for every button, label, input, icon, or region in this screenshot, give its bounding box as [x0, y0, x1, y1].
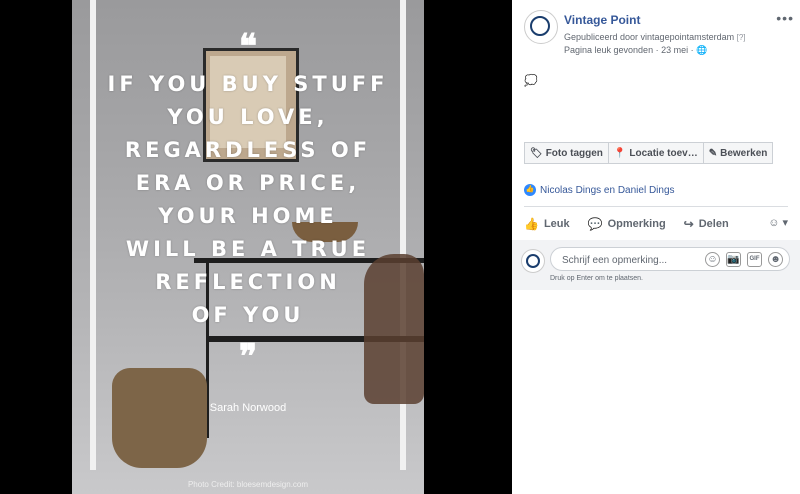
comment-label: Opmerking	[607, 218, 666, 230]
more-options-button[interactable]: •••	[776, 10, 794, 26]
quote-open-mark: ❝	[238, 27, 258, 67]
quote-close-mark: ❞	[238, 337, 258, 377]
globe-icon[interactable]: 🌐	[696, 45, 707, 55]
panel-empty-area	[512, 290, 800, 494]
photo-actions-bar: 🏷 Foto taggen 📍 Locatie toev… ✎ Bewerken	[524, 142, 774, 164]
comment-tools: ☺ 📷 GIF ☻	[705, 252, 783, 267]
comment-composer: ☺ 📷 GIF ☻ Druk op Enter om te plaatsen.	[512, 240, 800, 290]
post-header: Vintage Point Gepubliceerd door vintagep…	[524, 10, 794, 60]
wicker-basket	[112, 368, 207, 468]
quote-block: ❝ IF YOU BUY STUFF YOU LOVE, REGARDLESS …	[72, 30, 424, 374]
divider	[524, 206, 788, 207]
reaction-picker-button[interactable]: ☺ ▾	[768, 216, 788, 229]
edit-button[interactable]: ✎ Bewerken	[703, 142, 774, 164]
like-badge-icon: 👍	[524, 184, 536, 196]
post-meta: Pagina leuk gevonden · 23 mei · 🌐	[564, 45, 707, 56]
published-by: Gepubliceerd door vintagepointamsterdam …	[564, 32, 746, 42]
tag-photo-button[interactable]: 🏷 Foto taggen	[524, 142, 609, 164]
sticker-icon[interactable]: ☻	[768, 252, 783, 267]
comment-button[interactable]: 💬 Opmerking	[588, 217, 666, 231]
add-location-label: Locatie toev…	[629, 147, 698, 159]
photo-credit: Photo Credit: bloesemdesign.com	[187, 480, 309, 489]
page-name-link[interactable]: Vintage Point	[564, 13, 640, 27]
edit-label: Bewerken	[720, 147, 768, 159]
location-pin-icon: 📍	[613, 147, 627, 159]
published-by-text: Gepubliceerd door vintagepointamsterdam	[564, 32, 735, 42]
tag-photo-label: Foto taggen	[545, 147, 603, 159]
comment-input[interactable]	[560, 251, 694, 269]
likes-summary[interactable]: 👍 Nicolas Dings en Daniel Dings	[524, 184, 675, 196]
gif-icon[interactable]: GIF	[747, 252, 762, 267]
share-icon: ↪	[683, 217, 694, 231]
post-photo[interactable]: ❝ IF YOU BUY STUFF YOU LOVE, REGARDLESS …	[72, 0, 424, 494]
emoji-icon[interactable]: ☺	[705, 252, 720, 267]
thumbs-up-icon: 👍	[524, 217, 539, 231]
share-label: Delen	[698, 218, 729, 230]
speech-bubble-icon: 💭	[524, 75, 538, 87]
tag-icon: 🏷	[530, 147, 543, 159]
add-location-button[interactable]: 📍 Locatie toev…	[608, 142, 704, 164]
quote-author: Sarah Norwood	[209, 402, 287, 414]
like-label: Leuk	[543, 218, 570, 230]
share-button[interactable]: ↪ Delen	[684, 217, 729, 231]
help-icon[interactable]: [?]	[737, 33, 746, 42]
quote-text: IF YOU BUY STUFF YOU LOVE, REGARDLESS OF…	[107, 72, 389, 327]
likes-text[interactable]: Nicolas Dings en Daniel Dings	[540, 185, 675, 196]
comment-box[interactable]: ☺ 📷 GIF ☻	[550, 247, 790, 271]
comment-icon: 💬	[587, 217, 603, 231]
like-button[interactable]: 👍 Leuk	[524, 217, 570, 231]
comment-hint: Druk op Enter om te plaatsen.	[550, 275, 643, 282]
commenter-avatar	[521, 249, 545, 273]
post-meta-text: Pagina leuk gevonden · 23 mei ·	[564, 45, 694, 55]
photo-viewer: ❝ IF YOU BUY STUFF YOU LOVE, REGARDLESS …	[0, 0, 512, 494]
camera-icon[interactable]: 📷	[726, 252, 741, 267]
pencil-icon: ✎	[708, 147, 718, 159]
post-actions-bar: 👍 Leuk 💬 Opmerking ↪ Delen ☺ ▾	[524, 214, 788, 234]
page-avatar[interactable]	[524, 10, 558, 44]
post-side-panel: Vintage Point Gepubliceerd door vintagep…	[512, 0, 800, 494]
